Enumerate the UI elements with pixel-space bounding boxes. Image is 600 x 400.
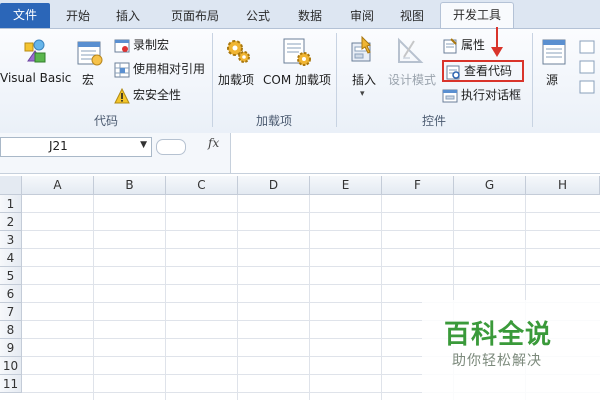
gridline xyxy=(22,284,600,285)
warning-icon xyxy=(114,87,130,104)
column-header[interactable]: E xyxy=(310,176,382,195)
column-header[interactable]: B xyxy=(94,176,166,195)
xml-mapping-icons xyxy=(578,39,600,99)
row-header[interactable]: 7 xyxy=(0,303,22,321)
run-dialog-icon xyxy=(442,88,458,104)
row-header[interactable]: 8 xyxy=(0,321,22,339)
com-addins-button[interactable]: COM 加载项 xyxy=(263,71,331,88)
record-macro-button[interactable]: 录制宏 xyxy=(114,35,169,55)
arrow-down-icon xyxy=(490,27,504,59)
tab-review[interactable]: 审阅 xyxy=(342,4,382,28)
macro-security-label: 宏安全性 xyxy=(133,88,182,102)
row-header[interactable]: 4 xyxy=(0,249,22,267)
gridline xyxy=(22,230,600,231)
record-macro-label: 录制宏 xyxy=(133,38,170,52)
name-box-value: J21 xyxy=(49,139,68,153)
column-header[interactable]: F xyxy=(382,176,454,195)
row-header[interactable]: 10 xyxy=(0,357,22,375)
column-header[interactable]: H xyxy=(526,176,600,195)
gridline xyxy=(22,212,600,213)
macros-icon xyxy=(76,39,104,67)
formula-bar: J21 ▼ fx xyxy=(0,133,600,174)
gridline xyxy=(237,195,238,400)
insert-function-icon[interactable]: fx xyxy=(208,136,219,150)
properties-label: 属性 xyxy=(461,38,486,52)
row-header[interactable]: 3 xyxy=(0,231,22,249)
macro-security-button[interactable]: 宏安全性 xyxy=(114,85,181,105)
com-addins-icon xyxy=(282,37,312,67)
tab-home[interactable]: 开始 xyxy=(56,4,100,28)
ribbon: Visual Basic 宏 录制宏 使用相对引用 宏安全性 代码 加载项 CO… xyxy=(0,27,600,134)
row-header[interactable]: 2 xyxy=(0,213,22,231)
relative-refs-button[interactable]: 使用相对引用 xyxy=(114,59,205,79)
relative-refs-label: 使用相对引用 xyxy=(133,62,206,76)
record-macro-icon xyxy=(114,38,130,54)
relative-refs-icon xyxy=(114,62,130,78)
row-header[interactable]: 6 xyxy=(0,285,22,303)
watermark-subtitle: 助你轻松解决 xyxy=(452,353,542,369)
gridline xyxy=(93,195,94,400)
properties-button[interactable]: 属性 xyxy=(442,35,485,55)
chevron-down-icon[interactable]: ▼ xyxy=(140,140,147,150)
column-header[interactable]: D xyxy=(238,176,310,195)
tab-developer[interactable]: 开发工具 xyxy=(440,2,514,29)
addins-button[interactable]: 加载项 xyxy=(218,71,254,88)
chevron-down-icon: ▾ xyxy=(360,89,365,99)
xml-source-button[interactable]: 源 xyxy=(546,71,558,88)
column-header[interactable]: A xyxy=(22,176,94,195)
group-label-addins: 加载项 xyxy=(255,114,292,128)
row-header[interactable]: 5 xyxy=(0,267,22,285)
column-header[interactable]: C xyxy=(166,176,238,195)
visual-basic-button[interactable]: Visual Basic xyxy=(0,71,71,85)
macros-button[interactable]: 宏 xyxy=(82,71,94,88)
insert-controls-icon xyxy=(348,35,378,67)
select-all-corner[interactable] xyxy=(0,176,22,195)
view-code-label: 查看代码 xyxy=(464,64,513,78)
group-separator xyxy=(532,33,533,127)
row-header[interactable]: 9 xyxy=(0,339,22,357)
design-mode-button[interactable]: 设计模式 xyxy=(388,71,436,88)
gridline xyxy=(309,195,310,400)
group-label-code: 代码 xyxy=(93,114,118,128)
group-label-controls: 控件 xyxy=(421,114,446,128)
xml-source-icon xyxy=(540,37,568,67)
watermark-title: 百科全说 xyxy=(444,320,553,350)
run-dialog-label: 执行对话框 xyxy=(461,88,522,102)
formula-input[interactable] xyxy=(230,133,600,173)
watermark: 百科全说 助你轻松解决 xyxy=(422,300,600,400)
insert-controls-button[interactable]: 插入 xyxy=(352,71,376,88)
row-header[interactable]: 1 xyxy=(0,195,22,213)
ribbon-tab-bar: 文件 开始 插入 页面布局 公式 数据 审阅 视图 开发工具 xyxy=(0,0,600,29)
tab-insert[interactable]: 插入 xyxy=(106,4,150,28)
view-code-button[interactable]: 查看代码 xyxy=(442,60,524,82)
gridline xyxy=(22,266,600,267)
run-dialog-button[interactable]: 执行对话框 xyxy=(442,85,521,105)
addins-gear-icon xyxy=(224,37,252,65)
gridline xyxy=(165,195,166,400)
visual-basic-icon xyxy=(22,37,48,63)
tab-data[interactable]: 数据 xyxy=(290,4,330,28)
formula-bar-splitter[interactable] xyxy=(156,139,186,155)
tab-view[interactable]: 视图 xyxy=(392,4,432,28)
properties-icon xyxy=(442,37,458,54)
gridline xyxy=(381,195,382,400)
tab-file[interactable]: 文件 xyxy=(0,3,50,28)
name-box[interactable]: J21 ▼ xyxy=(0,137,152,157)
tab-page-layout[interactable]: 页面布局 xyxy=(160,4,230,28)
column-header[interactable]: G xyxy=(454,176,526,195)
tab-formulas[interactable]: 公式 xyxy=(238,4,278,28)
design-mode-icon xyxy=(396,37,424,65)
gridline xyxy=(22,248,600,249)
row-header[interactable]: 11 xyxy=(0,375,22,393)
view-code-icon xyxy=(445,64,461,80)
